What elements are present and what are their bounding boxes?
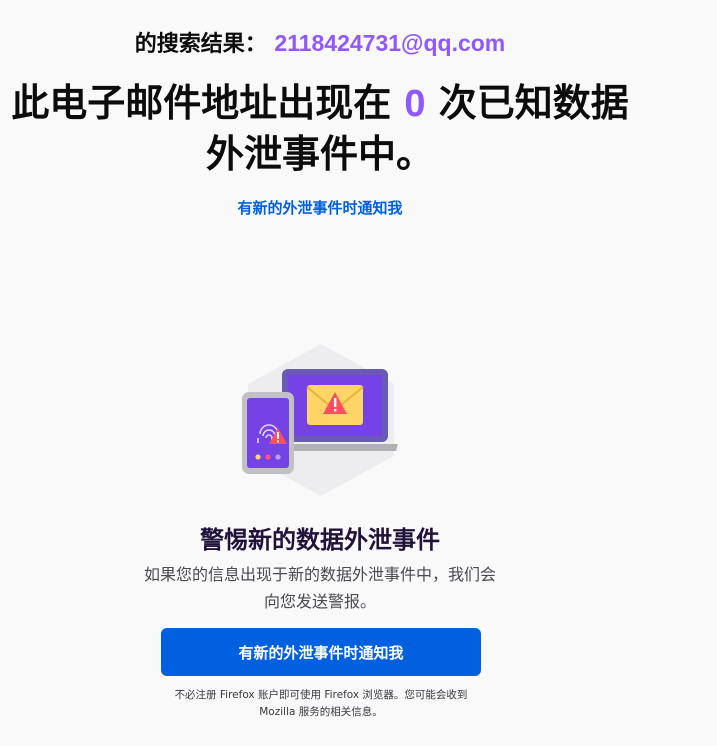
search-result-label: 的搜索结果： [134,32,267,57]
device-breach-alert-illustration [236,340,406,500]
notify-new-breaches-link[interactable]: 有新的外泄事件时通知我 [0,197,640,218]
device-alert-icon [242,344,398,496]
card-title: 警惕新的数据外泄事件 [200,526,440,554]
breach-count: 0 [404,83,426,125]
headline-text-before: 此电子邮件地址出现在 [11,81,405,125]
searched-email: 2118424731@qq.com [274,30,506,56]
notify-me-button[interactable]: 有新的外泄事件时通知我 [161,628,481,676]
search-result-line: 的搜索结果： 2118424731@qq.com [0,26,640,58]
card-description: 如果您的信息出现于新的数据外泄事件中，我们会向您发送警报。 [143,565,496,611]
account-note: 不必注册 Firefox 账户即可使用 Firefox 浏览器。您可能会收到 M… [174,689,468,718]
breach-count-headline: 此电子邮件地址出现在 0 次已知数据外泄事件中。 [0,78,640,179]
